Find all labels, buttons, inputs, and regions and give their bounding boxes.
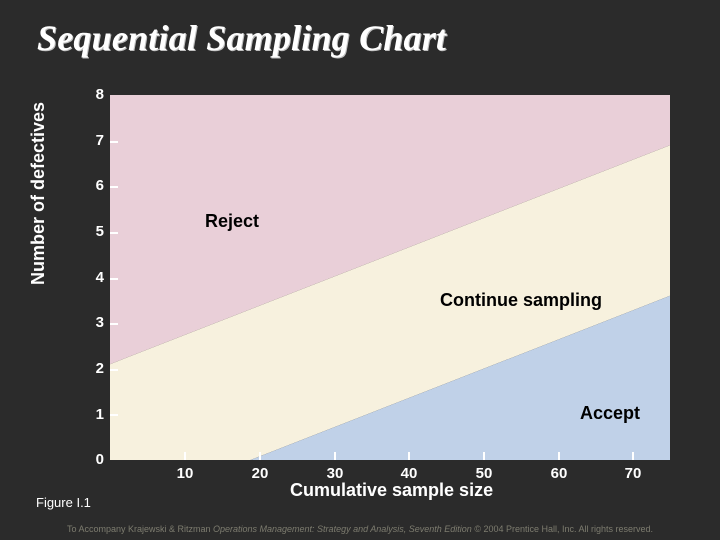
chart: Reject Continue sampling Accept 8 7 6 5 …: [110, 95, 670, 460]
ytick-6: 6: [76, 177, 104, 194]
footer-prefix: To Accompany Krajewski & Ritzman: [67, 524, 213, 534]
ytick-7: 7: [76, 132, 104, 149]
slide: { "title": "Sequential Sampling Chart", …: [0, 0, 720, 540]
plot-area: Reject Continue sampling Accept: [110, 95, 670, 460]
ytick-mark: [110, 141, 118, 143]
ytick-1: 1: [76, 406, 104, 423]
ytick-mark: [110, 186, 118, 188]
ytick-4: 4: [76, 269, 104, 286]
ytick-2: 2: [76, 360, 104, 377]
xtick-mark: [483, 452, 485, 460]
ytick-0: 0: [76, 451, 104, 468]
ytick-mark: [110, 278, 118, 280]
xtick-mark: [334, 452, 336, 460]
xtick-mark: [408, 452, 410, 460]
ytick-8: 8: [76, 86, 104, 103]
label-continue: Continue sampling: [440, 290, 602, 311]
ytick-mark: [110, 323, 118, 325]
x-axis-label: Cumulative sample size: [290, 480, 493, 501]
xtick-mark: [632, 452, 634, 460]
footer-italic: Operations Management: Strategy and Anal…: [213, 524, 472, 534]
label-accept: Accept: [580, 403, 640, 424]
footer-suffix: © 2004 Prentice Hall, Inc. All rights re…: [472, 524, 653, 534]
ytick-5: 5: [76, 223, 104, 240]
figure-label: Figure I.1: [36, 495, 91, 510]
xtick-20: 20: [245, 465, 275, 482]
xtick-mark: [184, 452, 186, 460]
xtick-mark: [558, 452, 560, 460]
xtick-70: 70: [618, 465, 648, 482]
xtick-mark: [259, 452, 261, 460]
y-axis-label: Number of defectives: [28, 102, 49, 285]
ytick-3: 3: [76, 314, 104, 331]
slide-title: Sequential Sampling Chart Sequential Sam…: [38, 18, 447, 60]
footer: To Accompany Krajewski & Ritzman Operati…: [0, 524, 720, 534]
label-reject: Reject: [205, 211, 259, 232]
xtick-60: 60: [544, 465, 574, 482]
ytick-mark: [110, 232, 118, 234]
xtick-10: 10: [170, 465, 200, 482]
ytick-mark: [110, 369, 118, 371]
ytick-mark: [110, 414, 118, 416]
